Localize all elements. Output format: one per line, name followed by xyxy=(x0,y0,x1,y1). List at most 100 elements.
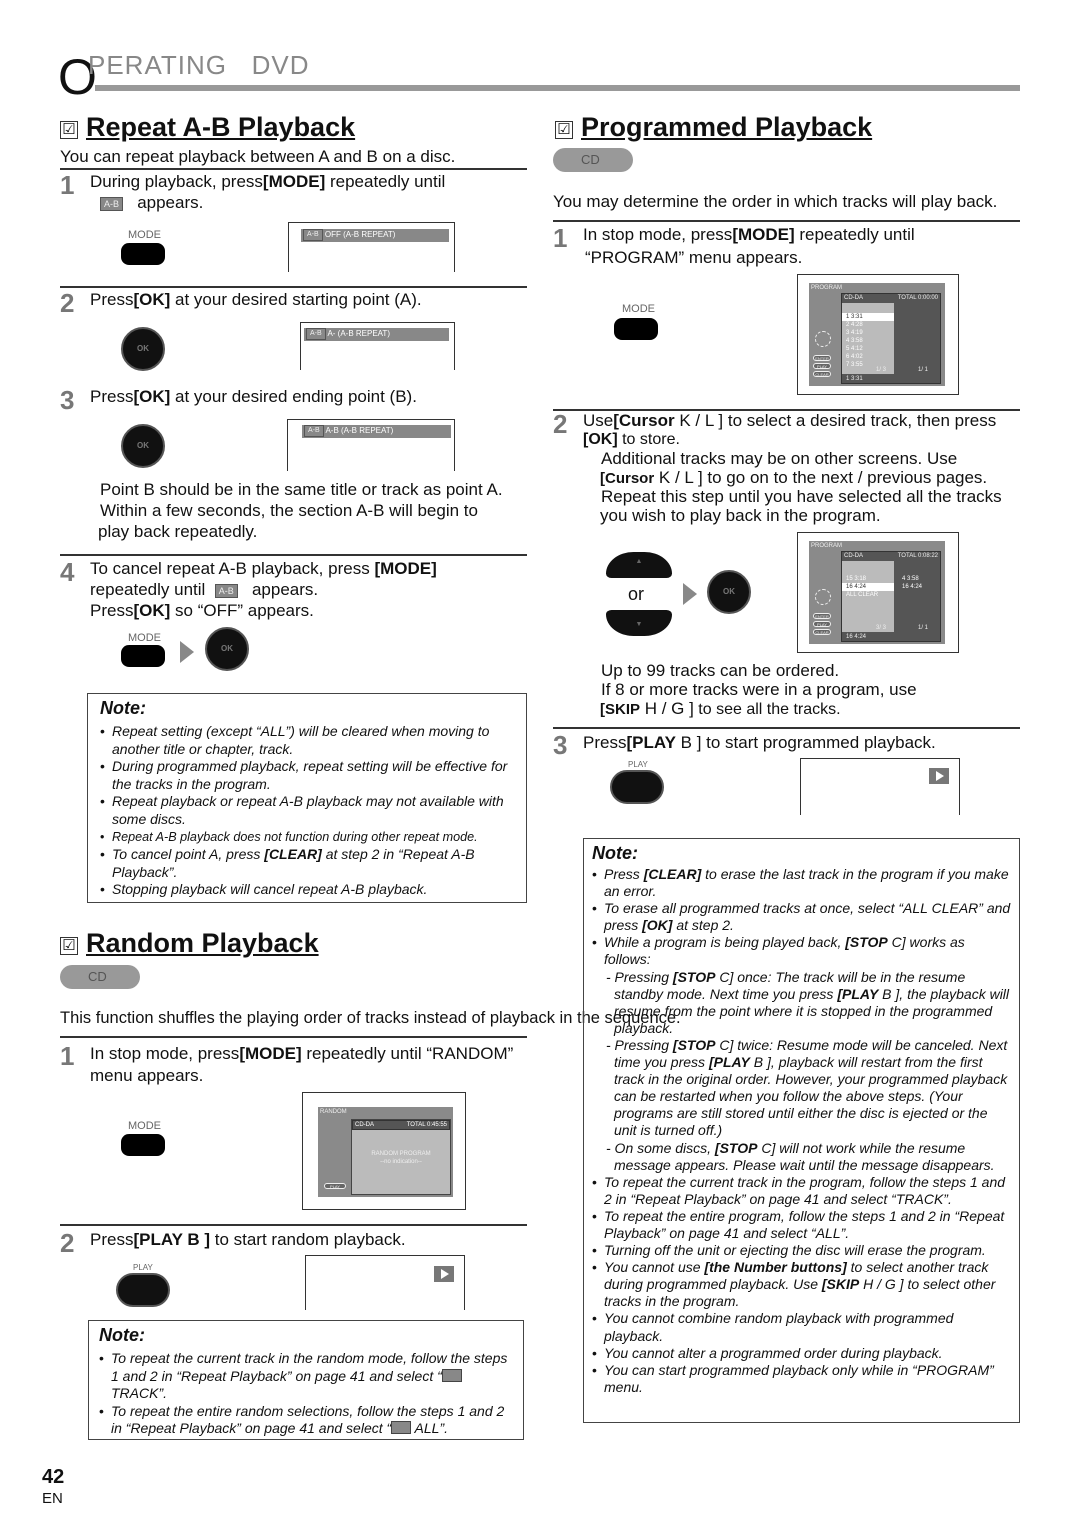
enter-pill: ENTER xyxy=(813,613,831,619)
step-text: In stop mode, press[MODE] repeatedly unt… xyxy=(90,1044,514,1063)
checkbox-icon: ☑ xyxy=(60,937,78,955)
paragraph-line: Point B should be in the same title or t… xyxy=(100,480,503,499)
page-indicator: 3/ 3 xyxy=(876,625,887,631)
repeat-icon xyxy=(441,1368,462,1382)
note-text: - Pressing xyxy=(606,1036,673,1053)
note-list: Press [CLEAR] to erase the last track in… xyxy=(592,866,1013,1396)
mode-label: MODE xyxy=(622,303,655,315)
note-item: To repeat the entire program, follow the… xyxy=(592,1208,1013,1242)
step-text: Press[PLAY B ] to start programmed playb… xyxy=(583,733,936,752)
checkbox-icon: ☑ xyxy=(60,121,78,139)
note-item: During programmed playback, repeat setti… xyxy=(100,758,518,793)
paragraph-line: play back repeatedly. xyxy=(98,522,258,541)
cursor-down-button[interactable]: ▼ xyxy=(606,610,672,636)
note-text: You can start programmed playback only w… xyxy=(604,1361,994,1395)
mode-button[interactable] xyxy=(614,318,658,340)
note-item: To repeat the current track in the rando… xyxy=(99,1350,515,1403)
track-list: 15 3:18 16 4:24 ALL CLEAR xyxy=(842,561,894,632)
note-box: Note: Repeat setting (except “ALL”) will… xyxy=(87,693,527,903)
tv-screen: PROGRAM ENTER PLAY CLEAR CD-DA TOTAL 0:00… xyxy=(797,274,959,395)
note-text: Repeat playback or repeat A-B playback m… xyxy=(112,793,504,827)
step-text: Press[OK] at your desired ending point (… xyxy=(90,387,417,406)
track-entry: 1 3:31 xyxy=(842,313,894,321)
menu-line: RANDOM PROGRAM xyxy=(371,1151,431,1157)
divider xyxy=(60,286,527,288)
repeat-ab-title-text: Repeat A-B Playback xyxy=(86,112,356,142)
mode-label: MODE xyxy=(128,632,161,644)
programmed-intro: You may determine the order in which tra… xyxy=(553,192,998,211)
arrow-right-icon xyxy=(683,583,697,605)
track-entry: ALL CLEAR xyxy=(846,592,879,598)
repeat-ab-title: ☑ Repeat A-B Playback xyxy=(60,112,355,143)
play-icon xyxy=(434,1266,454,1282)
note-title: Note: xyxy=(99,1325,145,1345)
note-title: Note: xyxy=(592,843,638,863)
ab-repeat-icon: A-B xyxy=(214,583,238,598)
programmed-title-text: Programmed Playback xyxy=(581,112,873,142)
note-item: To erase all programmed tracks at once, … xyxy=(592,900,1013,934)
enter-pill: ENTER xyxy=(813,355,831,361)
step-text: Press[OK] at your desired starting point… xyxy=(90,290,422,309)
mode-button[interactable] xyxy=(121,1134,165,1156)
cursor-up-button[interactable]: ▲ xyxy=(606,552,672,578)
mode-label: MODE xyxy=(128,1120,161,1132)
step-text: repeatedly until A-B appears. xyxy=(90,580,319,599)
step-text: Additional tracks may be on other screen… xyxy=(601,449,958,468)
clear-pill: CLEAR xyxy=(813,629,831,635)
mode-button[interactable] xyxy=(121,645,165,667)
tv-screen: PROGRAM ENTER PLAY CLEAR CD-DA TOTAL 0:08… xyxy=(797,532,959,653)
note-text: at step 2. xyxy=(672,917,734,934)
note-item: Repeat playback or repeat A-B playback m… xyxy=(100,793,518,828)
program-menu: PROGRAM ENTER PLAY CLEAR CD-DA TOTAL 0:08… xyxy=(809,541,945,644)
note-button-name: [PLAY xyxy=(708,1054,750,1071)
note-item: Stopping playback will cancel repeat A-B… xyxy=(100,881,518,899)
page-indicator: 1/ 1 xyxy=(918,625,929,631)
ok-button[interactable]: OK xyxy=(121,424,165,468)
cursor-pad-icon xyxy=(815,331,831,347)
menu-play-pill: PLAY xyxy=(324,1183,346,1189)
repeat-ab-intro: You can repeat playback between A and B … xyxy=(60,147,456,166)
screen-bar: A-B OFF (A-B REPEAT) xyxy=(301,229,449,242)
ok-button[interactable]: OK xyxy=(121,327,165,371)
tv-screen xyxy=(305,1255,465,1310)
note-text: TRACK”. xyxy=(111,1385,167,1402)
repeat-icon xyxy=(391,1421,412,1435)
note-text: Press xyxy=(604,866,644,882)
note-text: You cannot combine random playback with … xyxy=(604,1310,954,1344)
note-item: To repeat the entire random selections, … xyxy=(99,1403,515,1438)
note-text: You cannot use xyxy=(604,1259,705,1276)
divider xyxy=(60,1036,527,1038)
tv-screen: RANDOM CD-DA TOTAL 0:45:55 RANDOM PROGRAM… xyxy=(302,1092,466,1210)
random-title: ☑ Random Playback xyxy=(60,928,319,959)
note-item: To cancel point A, press [CLEAR] at step… xyxy=(100,846,518,881)
divider xyxy=(60,1224,527,1226)
note-subitem: - Pressing [STOP C] once: The track will… xyxy=(592,969,1013,1037)
step-text: Press[PLAY B ] to start random playback. xyxy=(90,1230,406,1249)
play-button[interactable] xyxy=(610,770,664,804)
note-item: You cannot alter a programmed order duri… xyxy=(592,1345,1013,1362)
track-list: 1 3:31 2 4:28 3 4:19 4 3:58 5 4:12 6 4:02 7 3:… xyxy=(842,303,894,374)
step-number: 1 xyxy=(60,170,75,200)
note-text: To repeat the entire program, follow the… xyxy=(604,1207,1005,1241)
mode-button[interactable] xyxy=(121,243,165,265)
step-text: [Cursor K / L ] to go on to the next / p… xyxy=(600,468,988,487)
step-number: 3 xyxy=(60,385,75,415)
note-text: - Pressing xyxy=(606,968,673,985)
ok-button[interactable]: OK xyxy=(205,627,249,671)
note-text: ALL”. xyxy=(411,1420,449,1437)
note-item: Press [CLEAR] to erase the last track in… xyxy=(592,866,1013,900)
header-bar xyxy=(95,85,1020,91)
note-text: During programmed playback, repeat setti… xyxy=(112,758,508,792)
menu-title: PROGRAM xyxy=(811,543,843,549)
menu-disc: CD-DA xyxy=(844,553,863,559)
step-text: Repeat this step until you have selected… xyxy=(601,487,1002,506)
play-button[interactable] xyxy=(116,1273,170,1307)
program-menu: PROGRAM ENTER PLAY CLEAR CD-DA TOTAL 0:00… xyxy=(809,283,945,386)
ok-button[interactable]: OK xyxy=(707,570,751,614)
menu-line: --no indication-- xyxy=(380,1159,422,1165)
tip-line: If 8 or more tracks were in a program, u… xyxy=(601,680,917,699)
note-text: Stopping playback will cancel repeat A-B… xyxy=(112,881,428,898)
cd-badge: CD xyxy=(553,148,633,172)
note-text: While a program is being played back, xyxy=(604,934,846,951)
note-box: Note: To repeat the current track in the… xyxy=(88,1320,524,1440)
